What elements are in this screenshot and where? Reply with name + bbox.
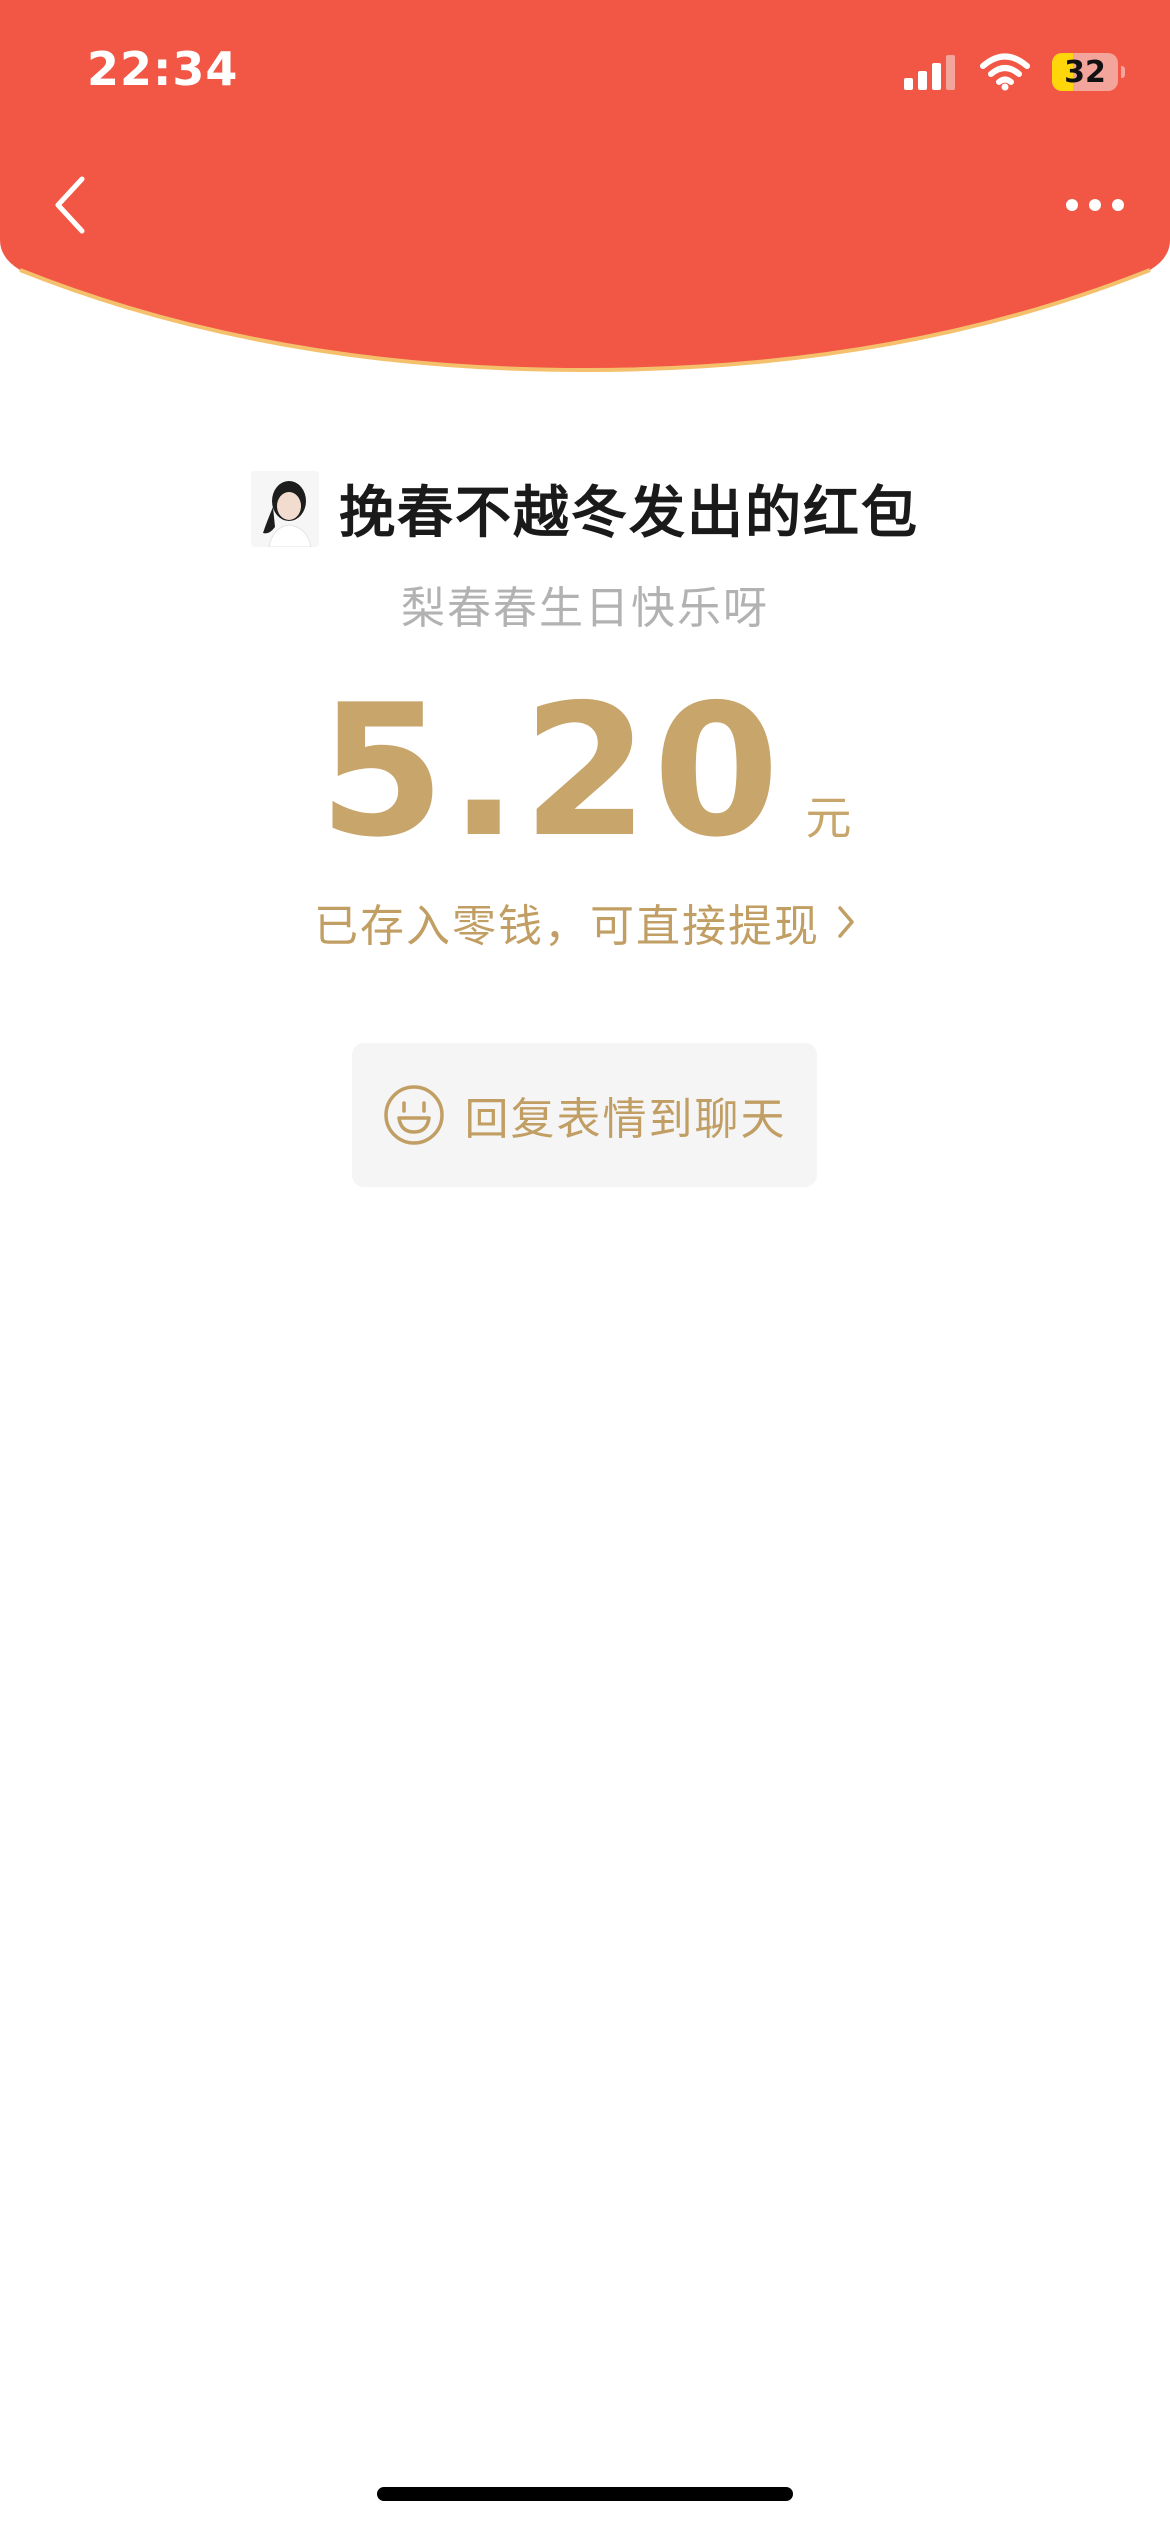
more-dots-icon	[1066, 199, 1124, 211]
reply-sticker-button[interactable]: 回复表情到聊天	[352, 1043, 817, 1187]
status-time: 22:34	[87, 42, 239, 96]
avatar[interactable]	[251, 470, 319, 547]
chevron-left-icon	[55, 176, 85, 234]
amount-row: 5.20 元	[0, 680, 1170, 862]
reply-sticker-label: 回复表情到聊天	[464, 1094, 787, 1145]
chevron-right-icon	[836, 904, 856, 940]
saved-to-wallet-link[interactable]: 已存入零钱，可直接提现	[0, 890, 1170, 954]
sender-title: 挽春不越冬发出的红包	[339, 481, 919, 546]
home-indicator[interactable]	[377, 2487, 793, 2501]
currency-unit: 元	[805, 791, 852, 845]
battery-level: 32	[1064, 54, 1106, 90]
avatar-image	[251, 470, 319, 547]
saved-to-wallet-text: 已存入零钱，可直接提现	[314, 901, 820, 952]
red-packet-detail-screen: 22:34 32 挽春不越冬发出的红包 梨春春生日快乐呀 5.20 元 已存入零…	[0, 0, 1170, 2532]
sender-row: 挽春不越冬发出的红包	[0, 468, 1170, 549]
back-button[interactable]	[40, 170, 100, 240]
battery-icon: 32	[1052, 53, 1125, 91]
status-indicators: 32	[904, 50, 1125, 94]
battery-tip	[1121, 66, 1125, 78]
smiley-icon	[383, 1085, 444, 1145]
more-options-button[interactable]	[1060, 180, 1130, 230]
amount-value: 5.20	[318, 665, 784, 877]
signal-icon	[904, 55, 955, 90]
greeting-message: 梨春春生日快乐呀	[401, 583, 769, 634]
wifi-icon	[980, 53, 1030, 91]
